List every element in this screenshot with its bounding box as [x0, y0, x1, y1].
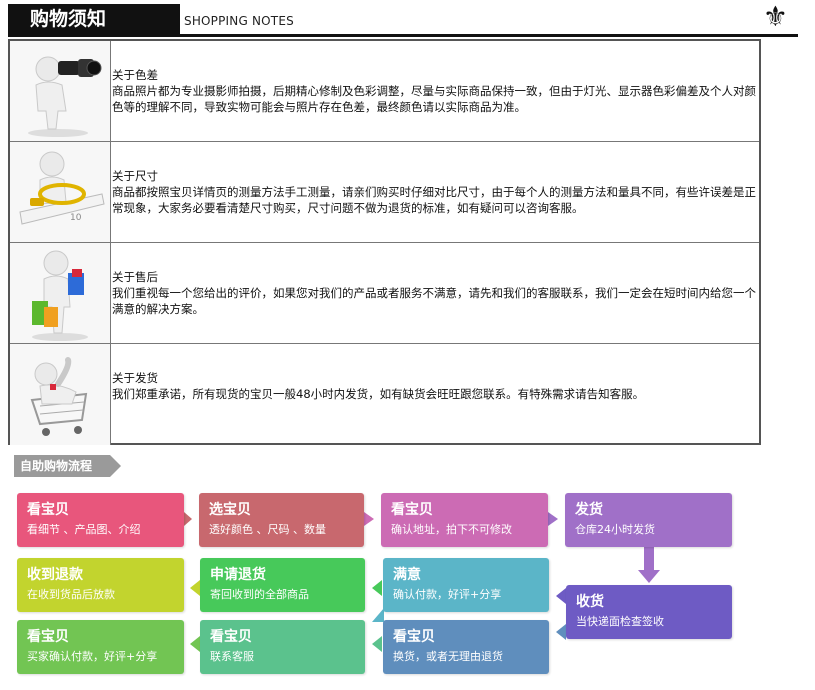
flow-step: 满意 确认付款，好评+分享	[383, 558, 549, 612]
step-desc: 透好颜色 、尺码 、数量	[209, 523, 326, 536]
arrow-down-shaft	[644, 546, 654, 570]
flow-step: 发货 仓库24小时发货	[565, 493, 732, 547]
arrow-left-icon	[372, 580, 382, 596]
step-title: 收货	[576, 594, 604, 610]
arrow-left-icon	[190, 636, 200, 652]
step-desc: 换货，或者无理由退货	[393, 650, 503, 663]
flow-step: 看宝贝 买家确认付款，好评+分享	[17, 620, 184, 674]
arrow-right-icon	[548, 512, 558, 526]
step-title: 看宝贝	[27, 502, 69, 518]
arrow-left-icon	[556, 588, 566, 604]
step-title: 看宝贝	[27, 629, 69, 645]
step-desc: 当快递面检查签收	[576, 615, 664, 628]
step-desc: 在收到货品后放款	[27, 588, 115, 601]
flow-step: 看宝贝 换货，或者无理由退货	[383, 620, 549, 674]
step-title: 看宝贝	[210, 629, 252, 645]
arrow-left-icon	[190, 580, 200, 596]
flow-step: 收货 当快递面检查签收	[566, 585, 732, 639]
flow-step: 收到退款 在收到货品后放款	[17, 558, 184, 612]
step-desc: 买家确认付款，好评+分享	[27, 650, 158, 663]
step-title: 看宝贝	[391, 502, 433, 518]
arrow-down-icon	[638, 570, 660, 583]
arrow-right-icon	[184, 512, 192, 526]
arrow-left-icon	[372, 636, 382, 652]
step-title: 满意	[393, 567, 421, 583]
step-title: 申请退货	[210, 567, 266, 583]
arrow-connector	[372, 608, 384, 622]
flow-step: 看宝贝 看细节 、产品图、介绍	[17, 493, 184, 547]
step-desc: 仓库24小时发货	[575, 523, 655, 536]
step-desc: 确认付款，好评+分享	[393, 588, 502, 601]
step-title: 收到退款	[27, 567, 83, 583]
flow-step: 看宝贝 联系客服	[200, 620, 365, 674]
arrow-left-icon	[556, 624, 566, 640]
step-desc: 联系客服	[210, 650, 254, 663]
step-title: 看宝贝	[393, 629, 435, 645]
step-title: 选宝贝	[209, 502, 251, 518]
step-desc: 看细节 、产品图、介绍	[27, 523, 141, 536]
step-title: 发货	[575, 502, 603, 518]
step-desc: 寄回收到的全部商品	[210, 588, 309, 601]
step-desc: 确认地址，拍下不可修改	[391, 523, 512, 536]
flow-step: 选宝贝 透好颜色 、尺码 、数量	[199, 493, 364, 547]
flow-step: 申请退货 寄回收到的全部商品	[200, 558, 365, 612]
arrow-right-icon	[364, 512, 374, 526]
flow-step: 看宝贝 确认地址，拍下不可修改	[381, 493, 548, 547]
